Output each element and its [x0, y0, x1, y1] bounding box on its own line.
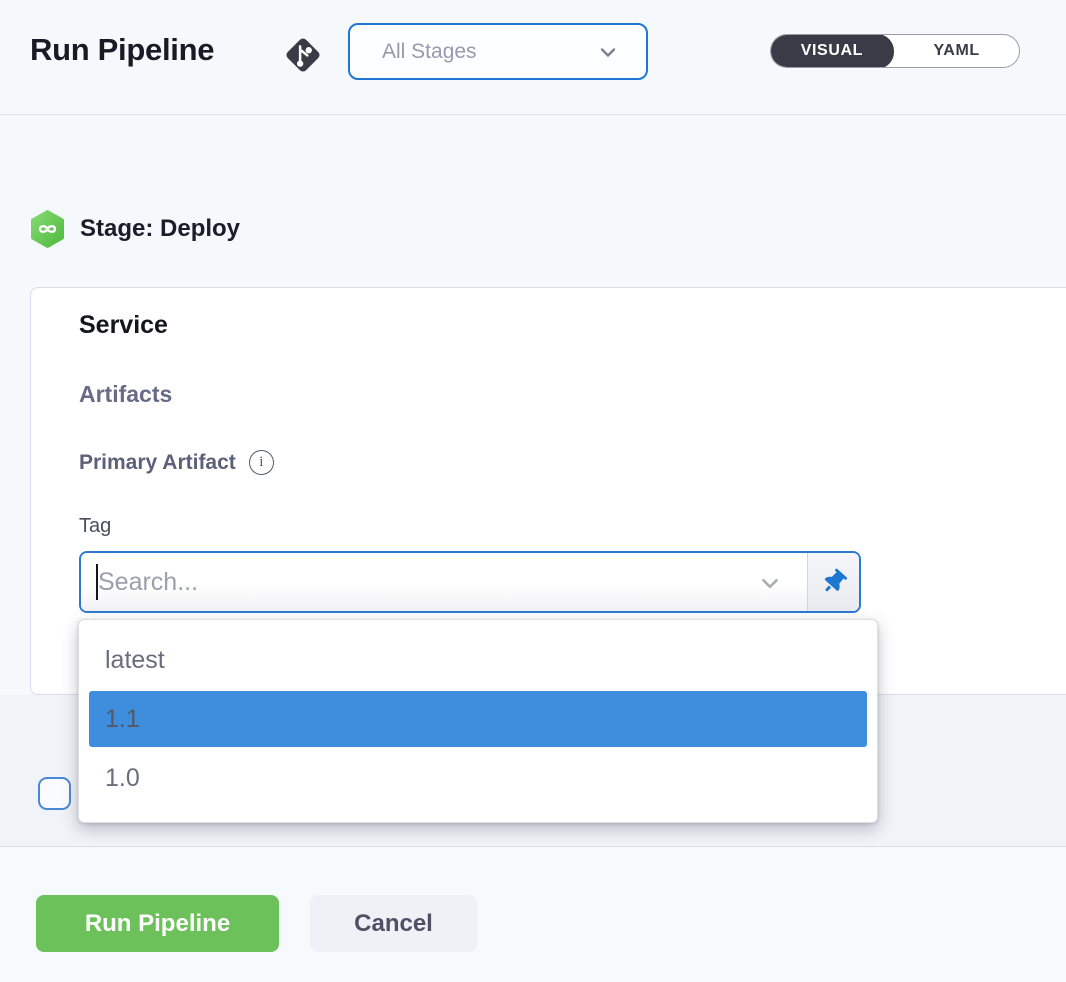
- pin-button[interactable]: [807, 553, 859, 611]
- deploy-stage-icon: [30, 210, 65, 248]
- checkbox[interactable]: [38, 777, 71, 810]
- tag-options-dropdown: latest1.11.0: [78, 619, 878, 823]
- all-stages-select[interactable]: All Stages: [348, 23, 648, 80]
- primary-artifact-label: Primary Artifact: [79, 451, 236, 475]
- stage-label: Stage: Deploy: [80, 215, 240, 243]
- dialog-footer: Run Pipeline Cancel: [0, 848, 1066, 982]
- tab-yaml[interactable]: YAML: [894, 35, 1019, 67]
- run-pipeline-button[interactable]: Run Pipeline: [36, 895, 279, 952]
- cancel-button[interactable]: Cancel: [310, 895, 477, 952]
- service-heading: Service: [79, 311, 1029, 340]
- stage-row: Stage: Deploy: [30, 210, 240, 248]
- run-pipeline-dialog: Run Pipeline All Stages VISUAL YAML: [0, 0, 1066, 982]
- tag-label: Tag: [79, 515, 1029, 538]
- info-icon[interactable]: i: [249, 450, 274, 475]
- artifacts-heading: Artifacts: [79, 381, 1029, 408]
- page-title: Run Pipeline: [30, 32, 214, 68]
- input-caret: [96, 564, 98, 600]
- visual-yaml-toggle: VISUAL YAML: [770, 34, 1020, 68]
- tag-search-combobox: [79, 551, 861, 613]
- pin-icon: [817, 565, 851, 599]
- primary-artifact-row: Primary Artifact i: [79, 450, 1029, 475]
- git-branch-icon: [280, 32, 326, 78]
- chevron-down-icon[interactable]: [757, 570, 783, 596]
- tag-search-input[interactable]: [81, 553, 807, 611]
- dialog-header: Run Pipeline All Stages VISUAL YAML: [0, 0, 1066, 115]
- tab-visual[interactable]: VISUAL: [770, 34, 894, 68]
- tag-search-field-area: [81, 553, 807, 611]
- all-stages-select-value: All Stages: [382, 40, 596, 64]
- tag-option-1.1[interactable]: 1.1: [89, 691, 867, 747]
- tag-option-latest[interactable]: latest: [79, 629, 877, 691]
- chevron-down-icon: [596, 40, 620, 64]
- tag-option-1.0[interactable]: 1.0: [79, 747, 877, 809]
